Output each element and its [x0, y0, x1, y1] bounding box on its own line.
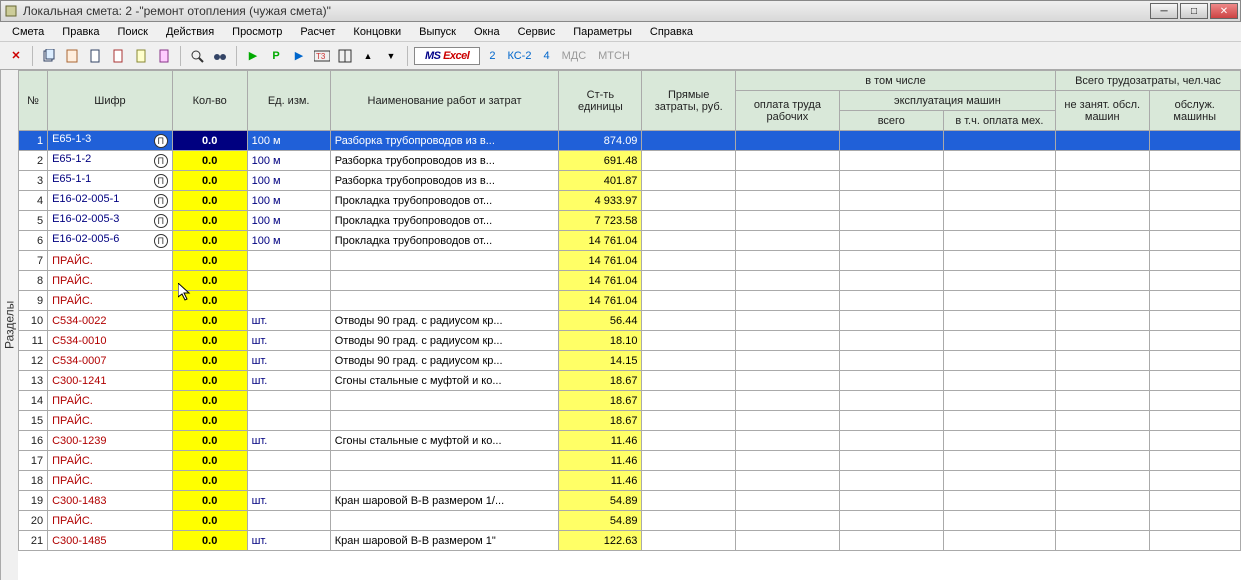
col-opl[interactable]: оплата труда рабочих: [735, 91, 839, 131]
table-row[interactable]: 9ПРАЙС.0.014 761.04: [19, 291, 1241, 311]
col-unit[interactable]: Ед. изм.: [247, 71, 330, 131]
menu-1[interactable]: Правка: [54, 24, 107, 40]
table-row[interactable]: 16С300-12390.0шт.Сгоны стальные с муфтой…: [19, 431, 1241, 451]
col-cost[interactable]: Ст-ть единицы: [559, 71, 642, 131]
table-row[interactable]: 6Е16-02-005-6Π0.0100 мПрокладка трубопро…: [19, 231, 1241, 251]
table-row[interactable]: 12С534-00070.0шт.Отводы 90 град. с радиу…: [19, 351, 1241, 371]
find-icon[interactable]: [187, 46, 207, 66]
menu-2[interactable]: Поиск: [109, 24, 155, 40]
col-vtom[interactable]: в том числе: [735, 71, 1055, 91]
table-row[interactable]: 17ПРАЙС.0.011.46: [19, 451, 1241, 471]
table-row[interactable]: 19С300-14830.0шт.Кран шаровой В-В размер…: [19, 491, 1241, 511]
paste-icon[interactable]: [62, 46, 82, 66]
table-row[interactable]: 2Е65-1-2Π0.0100 мРазборка трубопроводов …: [19, 151, 1241, 171]
table-row[interactable]: 5Е16-02-005-3Π0.0100 мПрокладка трубопро…: [19, 211, 1241, 231]
table-row[interactable]: 11С534-00100.0шт.Отводы 90 град. с радиу…: [19, 331, 1241, 351]
menu-8[interactable]: Окна: [466, 24, 508, 40]
doc1-icon[interactable]: [85, 46, 105, 66]
layout-icon[interactable]: [335, 46, 355, 66]
menu-3[interactable]: Действия: [158, 24, 222, 40]
toolbar: ✕ ▶ P ▶ T3 ▲ ▼ MS Excel 2КС-24МДСМТСН: [0, 42, 1241, 70]
window-title: Локальная смета: 2 -"ремонт отопления (ч…: [23, 4, 1150, 18]
table-row[interactable]: 8ПРАЙС.0.014 761.04: [19, 271, 1241, 291]
table-row[interactable]: 15ПРАЙС.0.018.67: [19, 411, 1241, 431]
table-row[interactable]: 20ПРАЙС.0.054.89: [19, 511, 1241, 531]
doc3-icon[interactable]: [131, 46, 151, 66]
menu-4[interactable]: Просмотр: [224, 24, 290, 40]
ms-excel-button[interactable]: MS Excel: [414, 47, 480, 65]
menu-9[interactable]: Сервис: [510, 24, 564, 40]
menu-0[interactable]: Смета: [4, 24, 52, 40]
binoculars-icon[interactable]: [210, 46, 230, 66]
col-qty[interactable]: Кол-во: [172, 71, 247, 131]
col-obs[interactable]: обслуж. машины: [1149, 91, 1241, 131]
col-vse[interactable]: всего: [839, 111, 943, 131]
toolbar-link-2[interactable]: 4: [537, 48, 555, 64]
copy-icon[interactable]: [39, 46, 59, 66]
table-row[interactable]: 1Е65-1-3Π0.0100 мРазборка трубопроводов …: [19, 131, 1241, 151]
table-row[interactable]: 7ПРАЙС.0.014 761.04: [19, 251, 1241, 271]
maximize-button[interactable]: □: [1180, 3, 1208, 19]
dec-icon[interactable]: ▼: [381, 46, 401, 66]
sections-tab[interactable]: Разделы: [0, 70, 18, 580]
col-name[interactable]: Наименование работ и затрат: [330, 71, 559, 131]
delete-icon[interactable]: ✕: [6, 46, 26, 66]
close-button[interactable]: ✕: [1210, 3, 1238, 19]
table-row[interactable]: 14ПРАЙС.0.018.67: [19, 391, 1241, 411]
toolbar-link-3[interactable]: МДС: [556, 48, 593, 64]
minimize-button[interactable]: ─: [1150, 3, 1178, 19]
toolbar-link-1[interactable]: КС-2: [501, 48, 537, 64]
play-blue-icon[interactable]: ▶: [289, 46, 309, 66]
play-green-icon[interactable]: ▶: [243, 46, 263, 66]
toolbar-link-0[interactable]: 2: [483, 48, 501, 64]
menu-10[interactable]: Параметры: [565, 24, 640, 40]
col-nez[interactable]: не занят. обсл. машин: [1055, 91, 1149, 131]
table-row[interactable]: 21С300-14850.0шт.Кран шаровой В-В размер…: [19, 531, 1241, 551]
col-zatr[interactable]: Прямые затраты, руб.: [642, 71, 736, 131]
col-vtc[interactable]: в т.ч. оплата мех.: [943, 111, 1055, 131]
grid[interactable]: № Шифр Кол-во Ед. изм. Наименование рабо…: [18, 70, 1241, 580]
menubar: СметаПравкаПоискДействияПросмотрРасчетКо…: [0, 22, 1241, 42]
table-row[interactable]: 3Е65-1-1Π0.0100 мРазборка трубопроводов …: [19, 171, 1241, 191]
table-row[interactable]: 10С534-00220.0шт.Отводы 90 град. с радиу…: [19, 311, 1241, 331]
menu-7[interactable]: Выпуск: [411, 24, 464, 40]
col-vsego[interactable]: Всего трудозатраты, чел.час: [1055, 71, 1240, 91]
window-titlebar: Локальная смета: 2 -"ремонт отопления (ч…: [0, 0, 1241, 22]
table-row[interactable]: 18ПРАЙС.0.011.46: [19, 471, 1241, 491]
col-shifr[interactable]: Шифр: [48, 71, 173, 131]
p-button-icon[interactable]: P: [266, 46, 286, 66]
menu-6[interactable]: Концовки: [345, 24, 409, 40]
col-num[interactable]: №: [19, 71, 48, 131]
doc2-icon[interactable]: [108, 46, 128, 66]
menu-5[interactable]: Расчет: [292, 24, 343, 40]
app-icon: [3, 3, 19, 19]
inc-icon[interactable]: ▲: [358, 46, 378, 66]
col-eksp[interactable]: эксплуатация машин: [839, 91, 1055, 111]
toolbar-link-4[interactable]: МТСН: [592, 48, 636, 64]
menu-11[interactable]: Справка: [642, 24, 701, 40]
t3-icon[interactable]: T3: [312, 46, 332, 66]
doc4-icon[interactable]: [154, 46, 174, 66]
table-row[interactable]: 13С300-12410.0шт.Сгоны стальные с муфтой…: [19, 371, 1241, 391]
table-row[interactable]: 4Е16-02-005-1Π0.0100 мПрокладка трубопро…: [19, 191, 1241, 211]
svg-text:T3: T3: [316, 52, 326, 61]
